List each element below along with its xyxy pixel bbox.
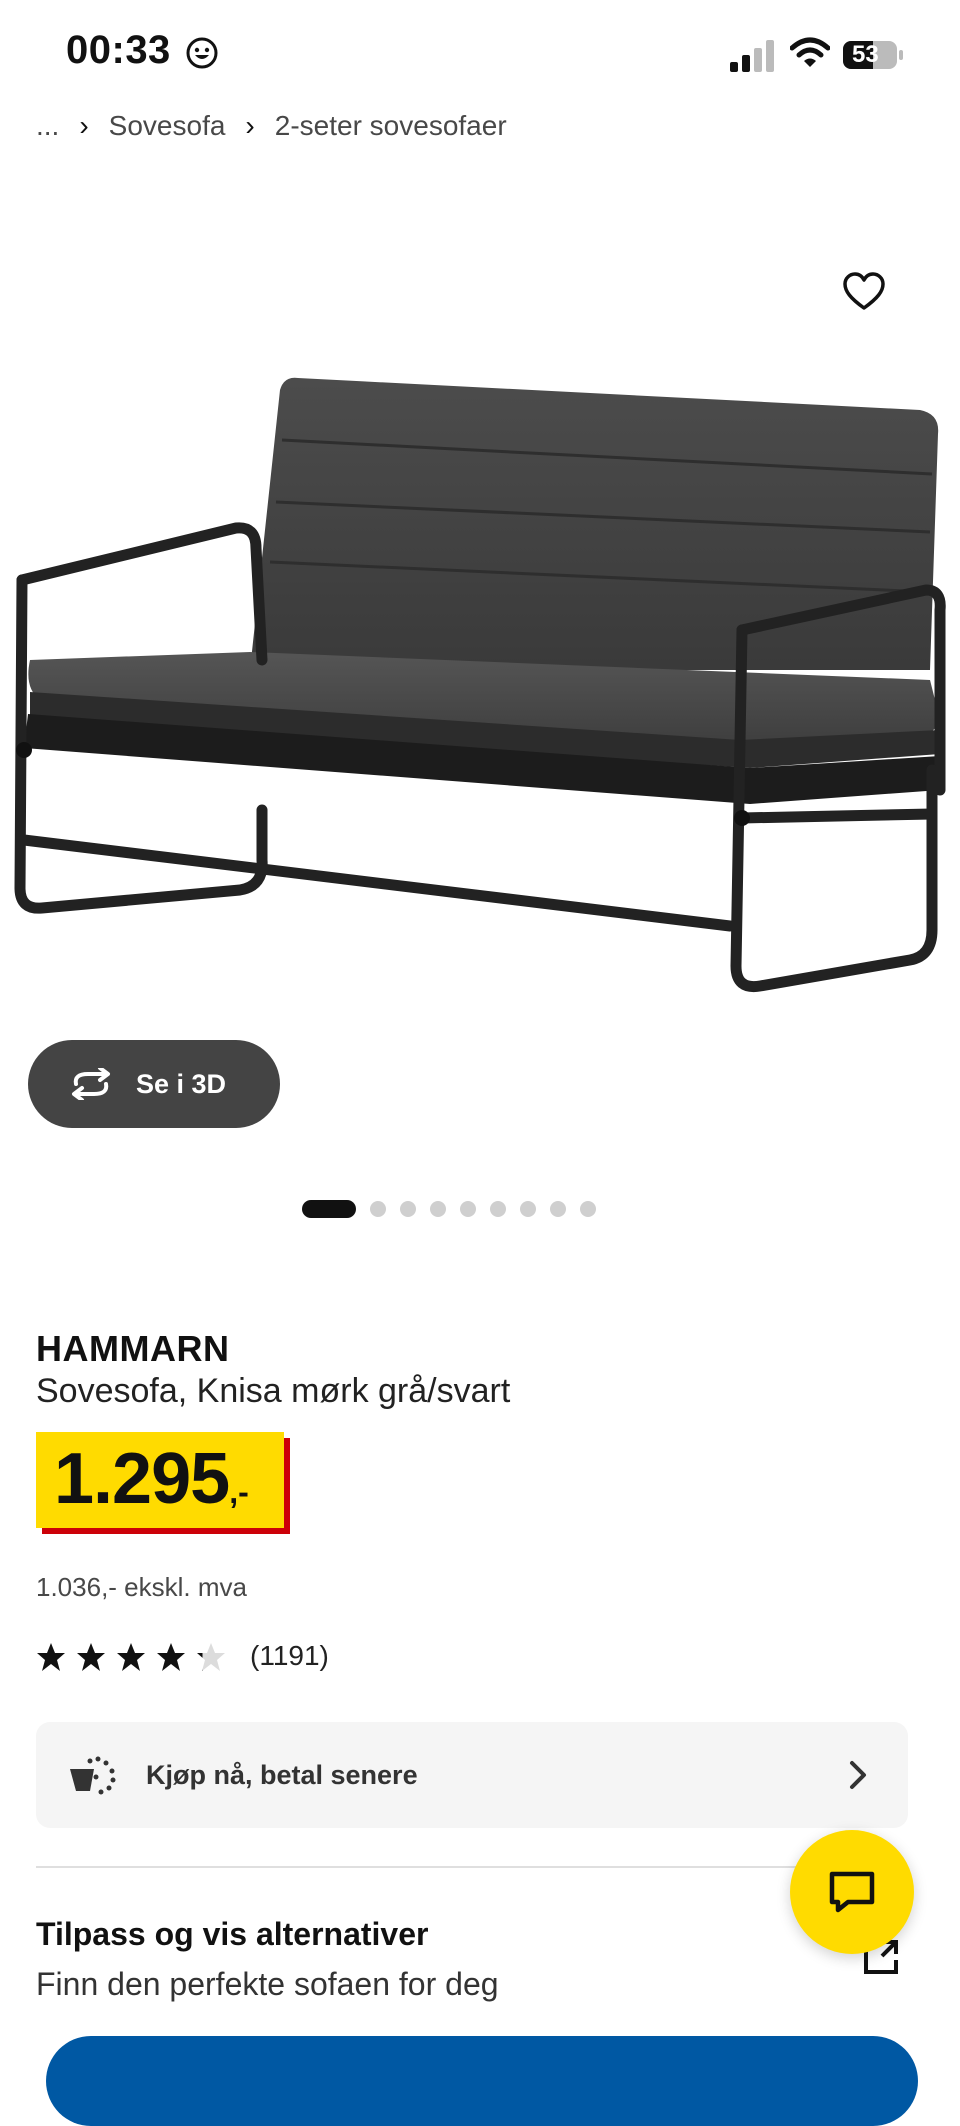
- star-filled-icon: [77, 1643, 105, 1671]
- star-filled-icon: [117, 1643, 145, 1671]
- price-value: 1.295: [54, 1439, 230, 1519]
- shopping-bag-icon: [70, 1756, 116, 1795]
- carousel-dot[interactable]: [580, 1201, 596, 1217]
- chat-button[interactable]: [790, 1830, 914, 1954]
- carousel-dot[interactable]: [400, 1201, 416, 1217]
- status-time: 00:33: [66, 28, 171, 72]
- rating-stars[interactable]: [36, 1642, 226, 1672]
- cellular-signal-icon: [730, 40, 774, 72]
- chevron-right-icon: [850, 1761, 866, 1789]
- breadcrumb-ellipsis[interactable]: ...: [36, 110, 59, 142]
- product-name: HAMMARN: [36, 1328, 230, 1369]
- product-image[interactable]: [0, 370, 960, 1030]
- chevron-right-icon: ›: [245, 110, 255, 141]
- battery-indicator: 53: [842, 40, 904, 70]
- wifi-icon: [790, 37, 830, 67]
- carousel-dot[interactable]: [460, 1201, 476, 1217]
- add-to-cart-button[interactable]: [46, 2036, 918, 2126]
- view-3d-button[interactable]: Se i 3D: [28, 1040, 280, 1128]
- star-filled-icon: [37, 1643, 65, 1671]
- price-ex-vat: 1.036,- ekskl. mva: [36, 1572, 247, 1602]
- breadcrumb-item-2-seter[interactable]: 2-seter sovesofaer: [275, 110, 507, 142]
- price-tag: 1.295 ,-: [36, 1432, 284, 1528]
- pay-later-row[interactable]: Kjøp nå, betal senere: [36, 1722, 908, 1828]
- carousel-dot[interactable]: [370, 1201, 386, 1217]
- star-filled-icon: [157, 1643, 185, 1671]
- carousel-dot[interactable]: [490, 1201, 506, 1217]
- product-description: Sovesofa, Knisa mørk grå/svart: [36, 1372, 511, 1410]
- customize-subtitle: Finn den perfekte sofaen for deg: [36, 1966, 499, 2002]
- heart-icon[interactable]: [842, 270, 886, 314]
- review-count[interactable]: (1191): [250, 1640, 329, 1672]
- smiley-icon: [186, 37, 218, 69]
- chevron-right-icon: ›: [79, 110, 89, 141]
- pay-later-label: Kjøp nå, betal senere: [146, 1759, 418, 1790]
- breadcrumb: ... › Sovesofa › 2-seter sovesofaer: [36, 110, 507, 142]
- breadcrumb-item-sovesofa[interactable]: Sovesofa: [109, 110, 226, 142]
- customize-title[interactable]: Tilpass og vis alternativer: [36, 1916, 428, 1953]
- chat-bubble-icon: [829, 1871, 875, 1913]
- carousel-dots: [302, 1200, 596, 1218]
- carousel-dot[interactable]: [430, 1201, 446, 1217]
- carousel-dot[interactable]: [550, 1201, 566, 1217]
- rotate-3d-icon: [72, 1068, 110, 1100]
- view-3d-label: Se i 3D: [136, 1068, 227, 1099]
- price-suffix: ,-: [229, 1474, 249, 1510]
- carousel-dot-active[interactable]: [302, 1200, 356, 1218]
- divider: [36, 1866, 908, 1868]
- battery-level: 53: [852, 41, 879, 68]
- star-partial-icon: [197, 1643, 225, 1671]
- carousel-dot[interactable]: [520, 1201, 536, 1217]
